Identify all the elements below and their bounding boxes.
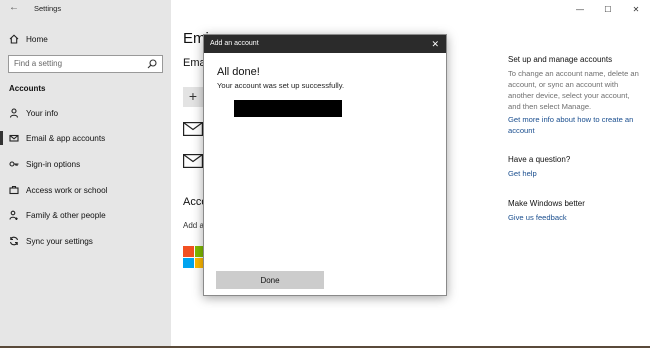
- window-controls: — ☐ ✕: [566, 0, 650, 18]
- person-icon: [8, 108, 20, 118]
- sidebar-item-family-other-people[interactable]: Family & other people: [0, 205, 171, 225]
- mail-account-icon: [183, 122, 203, 136]
- sidebar-item-label: Access work or school: [26, 185, 108, 195]
- sidebar-item-your-info[interactable]: Your info: [0, 103, 171, 123]
- search-icon: [147, 59, 157, 69]
- sidebar-item-label: Home: [26, 34, 48, 44]
- done-button[interactable]: Done: [216, 271, 324, 289]
- dialog-title-bar: Add an account ✕: [204, 35, 446, 53]
- sidebar-item-sign-in-options[interactable]: Sign-in options: [0, 154, 171, 174]
- sidebar-item-home[interactable]: Home: [0, 29, 171, 49]
- search-input[interactable]: Find a setting: [8, 55, 163, 73]
- sidebar-item-label: Email & app accounts: [26, 133, 106, 143]
- app-title: Settings: [34, 4, 62, 13]
- sidebar-item-label: Family & other people: [26, 210, 106, 220]
- dialog-message: Your account was set up successfully.: [217, 81, 345, 90]
- dialog-title: Add an account: [210, 40, 259, 47]
- sidebar-item-sync-settings[interactable]: Sync your settings: [0, 231, 171, 251]
- home-icon: [8, 34, 20, 44]
- help-panel: Set up and manage accounts To change an …: [508, 55, 643, 223]
- briefcase-icon: [8, 185, 20, 195]
- add-account-button[interactable]: +: [183, 87, 203, 107]
- maximize-icon[interactable]: ☐: [594, 0, 622, 18]
- mail-account-icon: [183, 154, 203, 168]
- help-heading: Have a question?: [508, 155, 571, 164]
- sidebar-item-email-app-accounts[interactable]: Email & app accounts: [0, 128, 171, 148]
- back-arrow-icon[interactable]: ←: [9, 2, 19, 13]
- title-bar: ← Settings: [0, 0, 171, 18]
- help-heading: Make Windows better: [508, 199, 585, 208]
- search-placeholder: Find a setting: [14, 59, 63, 68]
- sidebar-item-access-work-school[interactable]: Access work or school: [0, 180, 171, 200]
- feedback-link[interactable]: Give us feedback: [508, 212, 643, 223]
- dialog-heading: All done!: [217, 66, 260, 78]
- key-icon: [8, 159, 20, 169]
- mail-icon: [8, 133, 20, 143]
- sidebar-item-label: Your info: [26, 108, 59, 118]
- microsoft-logo-icon: [183, 246, 205, 268]
- add-account-text: Add a: [183, 221, 204, 230]
- close-icon[interactable]: ✕: [431, 35, 439, 53]
- help-heading: Set up and manage accounts: [508, 55, 613, 64]
- help-text: To change an account name, delete an acc…: [508, 69, 639, 111]
- sync-icon: [8, 236, 20, 246]
- close-icon[interactable]: ✕: [622, 0, 650, 18]
- add-account-dialog: Add an account ✕ All done! Your account …: [203, 34, 447, 296]
- sidebar: ← Settings Home Find a setting Accounts …: [0, 0, 171, 348]
- sidebar-item-label: Sign-in options: [26, 159, 81, 169]
- minimize-icon[interactable]: —: [566, 0, 594, 18]
- sidebar-item-label: Sync your settings: [26, 236, 93, 246]
- people-icon: [8, 210, 20, 220]
- help-link[interactable]: Get more info about how to create an acc…: [508, 114, 643, 136]
- get-help-link[interactable]: Get help: [508, 168, 643, 179]
- redacted-account-name: [234, 100, 342, 117]
- section-title: Accounts: [9, 84, 46, 93]
